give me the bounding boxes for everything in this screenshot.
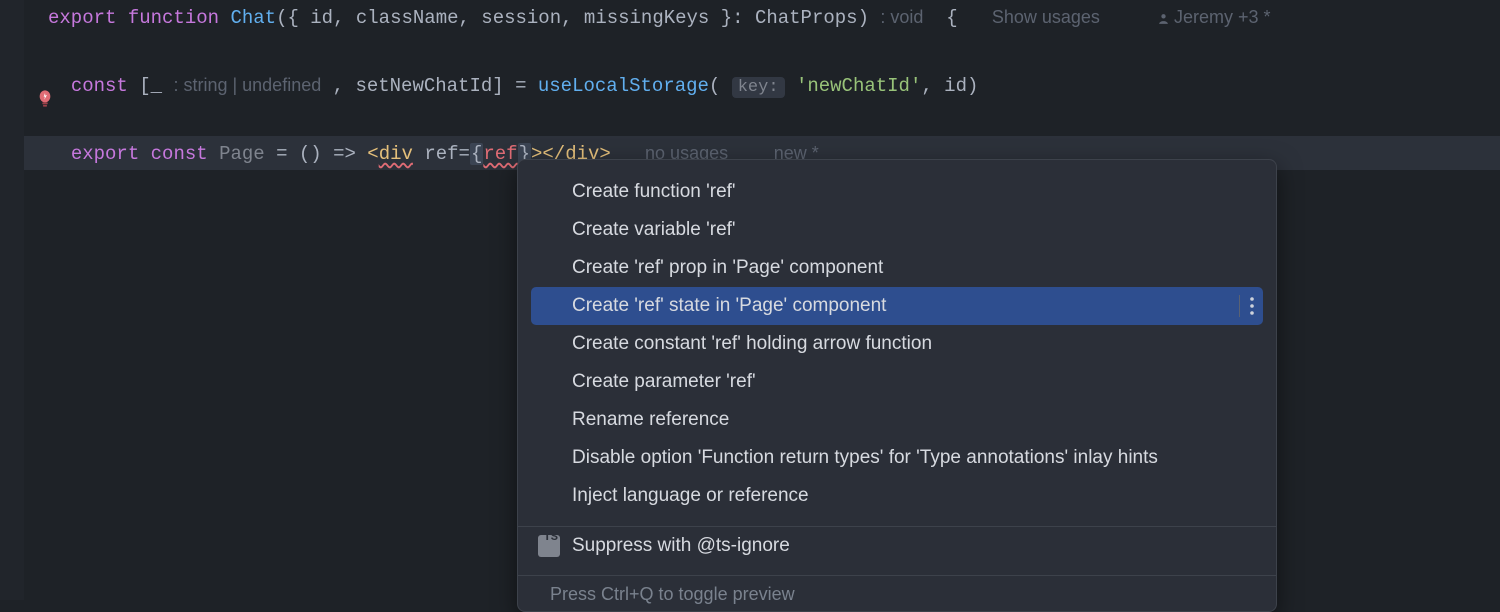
string-literal: 'newChatId' <box>796 75 921 97</box>
code-line[interactable] <box>24 34 1500 68</box>
error-identifier: ref <box>483 143 517 165</box>
keyword: const <box>151 143 208 165</box>
intention-bulb-icon[interactable] <box>36 88 54 110</box>
code-line[interactable]: export function Chat({ id, className, se… <box>24 0 1500 34</box>
vertical-dots-icon <box>1250 297 1254 315</box>
keyword: function <box>128 7 219 29</box>
function-name: Chat <box>230 7 276 29</box>
intention-item[interactable]: Disable option 'Function return types' f… <box>518 439 1276 477</box>
function-call: useLocalStorage <box>538 75 709 97</box>
usages-hint[interactable]: Show usages <box>992 7 1100 27</box>
editor-gutter <box>0 0 24 600</box>
keyword: export <box>48 7 116 29</box>
keyword: const <box>71 75 128 97</box>
params: ({ id, className, session, missingKeys }… <box>276 7 755 29</box>
jsx-tag: div <box>379 143 413 165</box>
intention-item[interactable]: Create variable 'ref' <box>518 211 1276 249</box>
type-name: ChatProps <box>755 7 858 29</box>
divider <box>1239 295 1240 317</box>
identifier: Page <box>219 143 265 165</box>
intention-item[interactable]: Create 'ref' prop in 'Page' component <box>518 249 1276 287</box>
inlay-type: : string | undefined <box>173 75 321 95</box>
intention-item[interactable]: Create parameter 'ref' <box>518 363 1276 401</box>
code-editor[interactable]: export function Chat({ id, className, se… <box>24 0 1500 170</box>
intention-item[interactable]: Create function 'ref' <box>518 173 1276 211</box>
jsx-attr: ref <box>413 143 459 165</box>
intention-item[interactable]: Rename reference <box>518 401 1276 439</box>
intention-item[interactable]: Inject language or reference <box>518 477 1276 515</box>
more-actions-button[interactable] <box>1239 295 1254 317</box>
keyword: export <box>71 143 139 165</box>
user-icon <box>1157 2 1170 36</box>
intention-item-selected[interactable]: Create 'ref' state in 'Page' component <box>531 287 1263 325</box>
code-line[interactable] <box>24 102 1500 136</box>
inlay-param-name: key: <box>732 77 785 98</box>
intention-actions-popup: Create function 'ref' Create variable 'r… <box>517 159 1277 612</box>
intention-item-suppress[interactable]: TS Suppress with @ts-ignore <box>518 527 1276 565</box>
popup-footer-hint: Press Ctrl+Q to toggle preview <box>518 575 1276 611</box>
code-line[interactable]: const [_ : string | undefined , setNewCh… <box>24 68 1500 102</box>
inlay-return-type: : void <box>880 7 923 27</box>
intention-item[interactable]: Create constant 'ref' holding arrow func… <box>518 325 1276 363</box>
author-hint[interactable]: Jeremy +3 * <box>1157 7 1271 27</box>
typescript-icon: TS <box>538 535 560 557</box>
brace-match: { <box>470 143 483 165</box>
